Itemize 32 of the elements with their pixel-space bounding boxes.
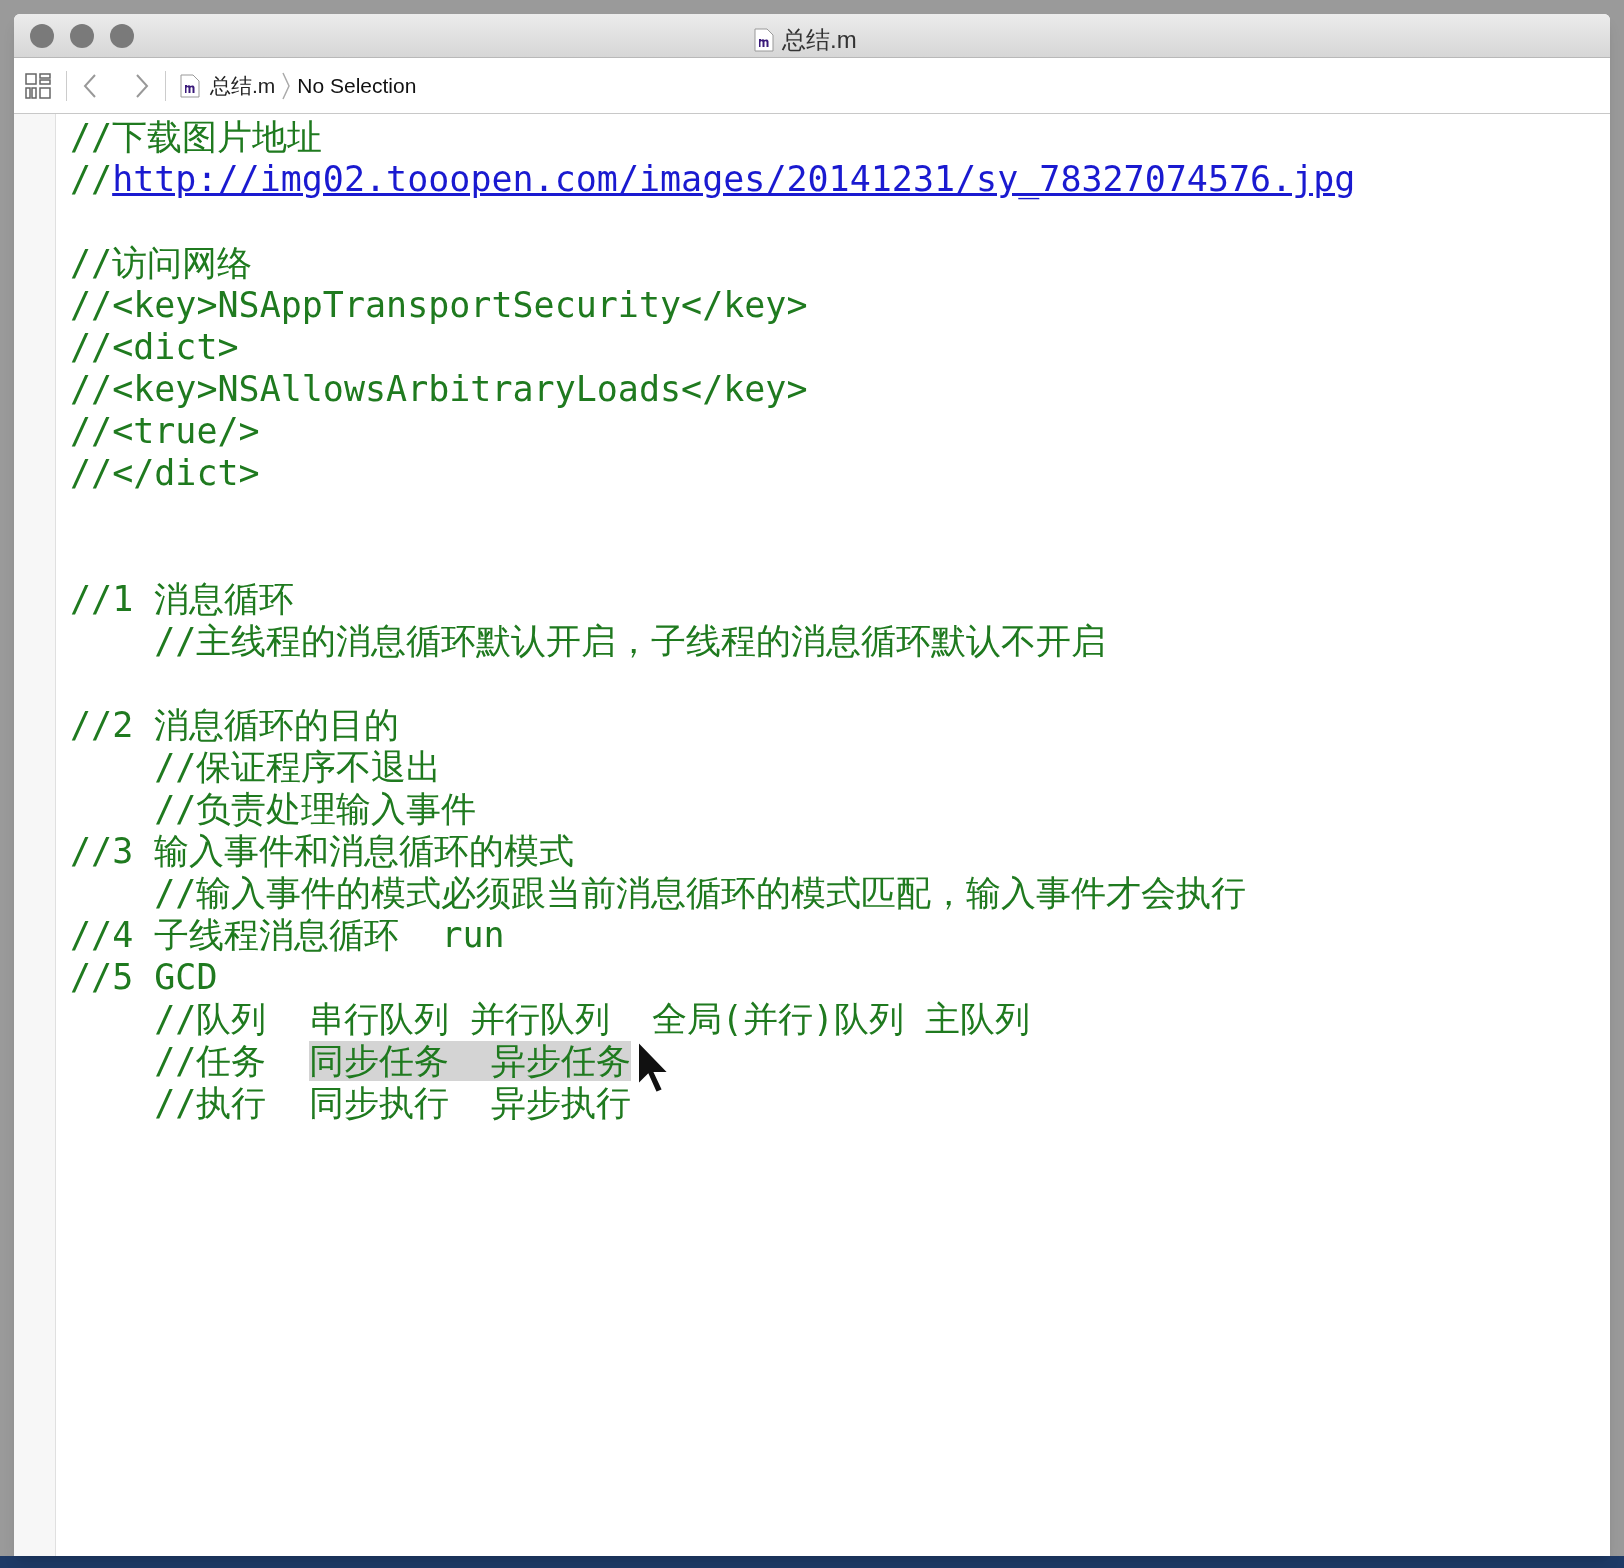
code-comment: //执行 同步执行 异步执行: [153, 1083, 631, 1123]
selected-text: 同步任务 异步任务: [308, 1041, 631, 1081]
code-comment: //负责处理输入事件: [153, 789, 477, 829]
chevron-icon: [281, 70, 292, 101]
code-comment: //队列 串行队列 并行队列 全局(并行)队列 主队列: [153, 999, 1030, 1039]
url-link[interactable]: http://img02.tooopen.com/images/20141231/sy_78327074576.jpg: [112, 159, 1356, 199]
code-comment: //任务: [153, 1041, 268, 1081]
code-comment: //访问网络: [70, 243, 253, 283]
close-button[interactable]: [30, 23, 54, 48]
m-file-icon: [754, 28, 774, 52]
code-comment: //1 消息循环: [70, 579, 295, 619]
code-comment: //5 GCD: [70, 957, 218, 997]
breadcrumb-selection[interactable]: No Selection: [297, 69, 417, 102]
code-comment: //: [70, 159, 113, 199]
code-comment: //2 消息循环的目的: [70, 705, 400, 745]
code-comment: //<key>NSAllowsArbitraryLoads</key>: [70, 369, 808, 409]
minimize-button[interactable]: [70, 23, 94, 48]
code-comment: //<dict>: [70, 327, 239, 367]
code-comment: //主线程的消息循环默认开启，子线程的消息循环默认不开启: [153, 621, 1107, 661]
breadcrumb-file[interactable]: 总结.m: [210, 69, 276, 102]
code-comment: //3 输入事件和消息循环的模式: [70, 831, 575, 871]
window-title: 总结.m: [782, 25, 857, 55]
grid-icon[interactable]: [24, 71, 52, 100]
m-file-icon: [180, 73, 200, 98]
code-comment: //</dict>: [70, 453, 260, 493]
code-comment: //输入事件的模式必须跟当前消息循环的模式匹配，输入事件才会执行: [153, 873, 1247, 913]
code-comment: //4 子线程消息循环 run: [70, 915, 505, 955]
code-comment: //下载图片地址: [70, 117, 323, 157]
code-comment: //<true/>: [70, 411, 260, 451]
zoom-button[interactable]: [110, 23, 134, 48]
code-comment: //保证程序不退出: [153, 747, 442, 787]
code-comment: //<key>NSAppTransportSecurity</key>: [70, 285, 808, 325]
